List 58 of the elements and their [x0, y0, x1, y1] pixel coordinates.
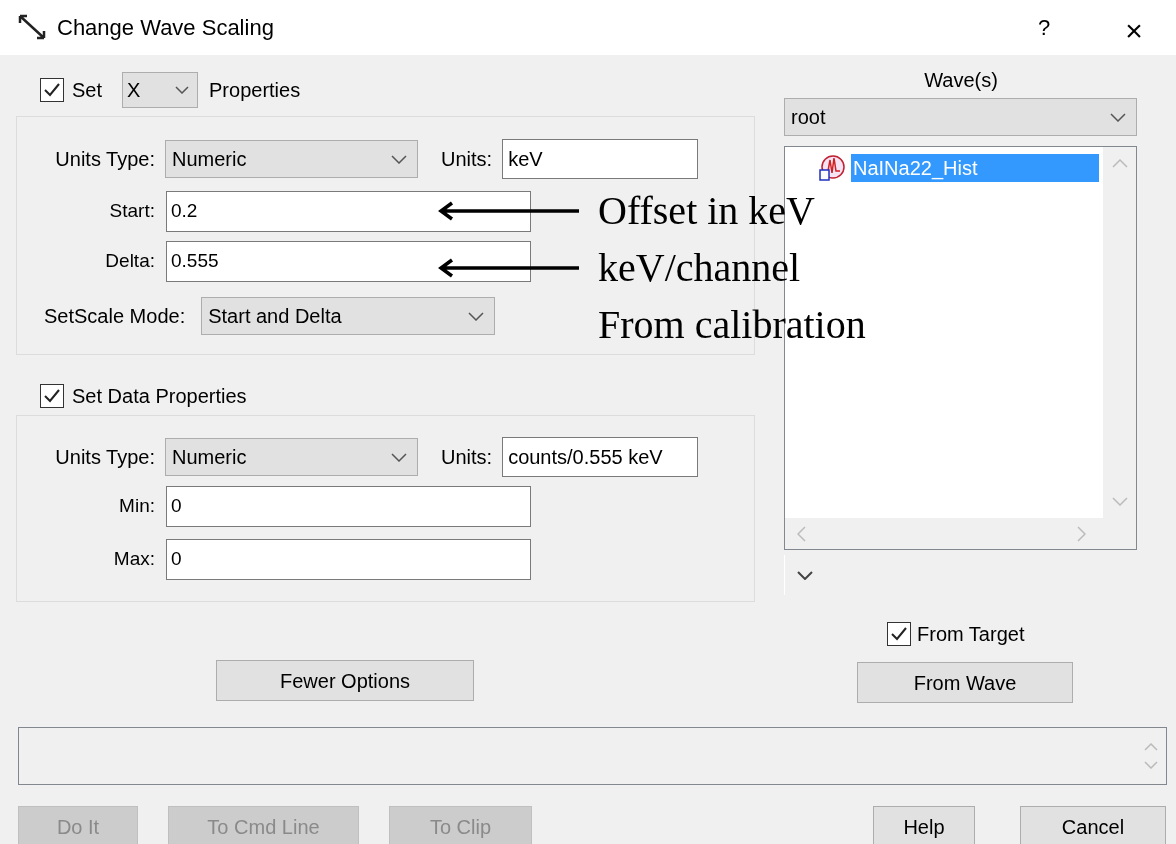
chevron-down-icon: [391, 452, 407, 462]
footer-button[interactable]: Help: [873, 806, 975, 844]
set-label: Set: [72, 78, 103, 103]
resize-arrow-icon: [18, 13, 48, 42]
scroll-up-icon[interactable]: [1144, 743, 1158, 751]
annotation-text: From calibration: [598, 300, 866, 349]
units-type-dropdown[interactable]: Numeric: [165, 438, 418, 476]
set-data-properties-label: Set Data Properties: [72, 384, 247, 409]
input-field[interactable]: 0.555: [166, 241, 531, 282]
field-label: Start:: [108, 199, 155, 224]
units-type-label: Units Type:: [54, 445, 155, 470]
checkmark-icon: [890, 626, 908, 642]
units-field[interactable]: counts/0.555 keV: [502, 437, 699, 477]
units-label: Units:: [441, 445, 493, 470]
waves-label: Wave(s): [923, 68, 999, 92]
checkmark-icon: [43, 388, 61, 404]
scroll-right-icon[interactable]: [1077, 525, 1086, 542]
field-label: Delta:: [104, 249, 155, 274]
scroll-left-icon[interactable]: [797, 525, 806, 542]
close-button[interactable]: ×: [1114, 7, 1154, 48]
from-target-label: From Target: [917, 622, 1025, 647]
footer-button[interactable]: Cancel: [1020, 806, 1166, 844]
horizontal-scrollbar[interactable]: [785, 518, 1136, 549]
fewer-options-button[interactable]: Fewer Options: [216, 660, 474, 701]
input-field[interactable]: 0: [166, 486, 531, 527]
wave-icon: [819, 155, 845, 181]
scroll-down-icon[interactable]: [1144, 761, 1158, 769]
from-target-checkbox[interactable]: [887, 622, 911, 646]
properties-label: Properties: [209, 78, 301, 103]
folder-dropdown[interactable]: root: [784, 98, 1137, 136]
axis-dropdown[interactable]: X: [122, 72, 199, 108]
chevron-down-icon: [468, 311, 485, 321]
chevron-down-icon: [175, 86, 190, 94]
annotation-text: keV/channel: [598, 243, 801, 292]
annotation-text: Offset in keV: [598, 186, 815, 235]
scroll-down-icon[interactable]: [1111, 497, 1128, 506]
chevron-down-icon[interactable]: [797, 570, 813, 580]
chevron-down-icon: [1110, 112, 1126, 122]
help-button[interactable]: ?: [1024, 7, 1064, 48]
scale-mode-label: SetScale Mode:: [44, 304, 186, 329]
scale-mode-dropdown[interactable]: Start and Delta: [201, 297, 496, 335]
field-label: Max:: [112, 546, 155, 571]
scroll-up-icon[interactable]: [1111, 159, 1128, 168]
field-label: Min:: [118, 494, 155, 519]
set-checkbox[interactable]: [40, 78, 64, 102]
units-field[interactable]: keV: [502, 139, 699, 179]
units-label: Units:: [441, 147, 493, 172]
command-text-area[interactable]: [18, 727, 1167, 785]
from-wave-button[interactable]: From Wave: [857, 662, 1073, 703]
input-field[interactable]: 0: [166, 538, 531, 580]
chevron-down-icon: [391, 154, 407, 164]
vertical-scrollbar[interactable]: [1103, 147, 1136, 518]
units-type-dropdown[interactable]: Numeric: [165, 140, 418, 178]
set-data-checkbox[interactable]: [40, 384, 64, 408]
input-field[interactable]: 0.2: [166, 191, 531, 232]
units-type-label: Units Type:: [54, 147, 155, 172]
checkmark-icon: [43, 82, 61, 98]
window-title: Change Wave Scaling: [57, 14, 274, 42]
